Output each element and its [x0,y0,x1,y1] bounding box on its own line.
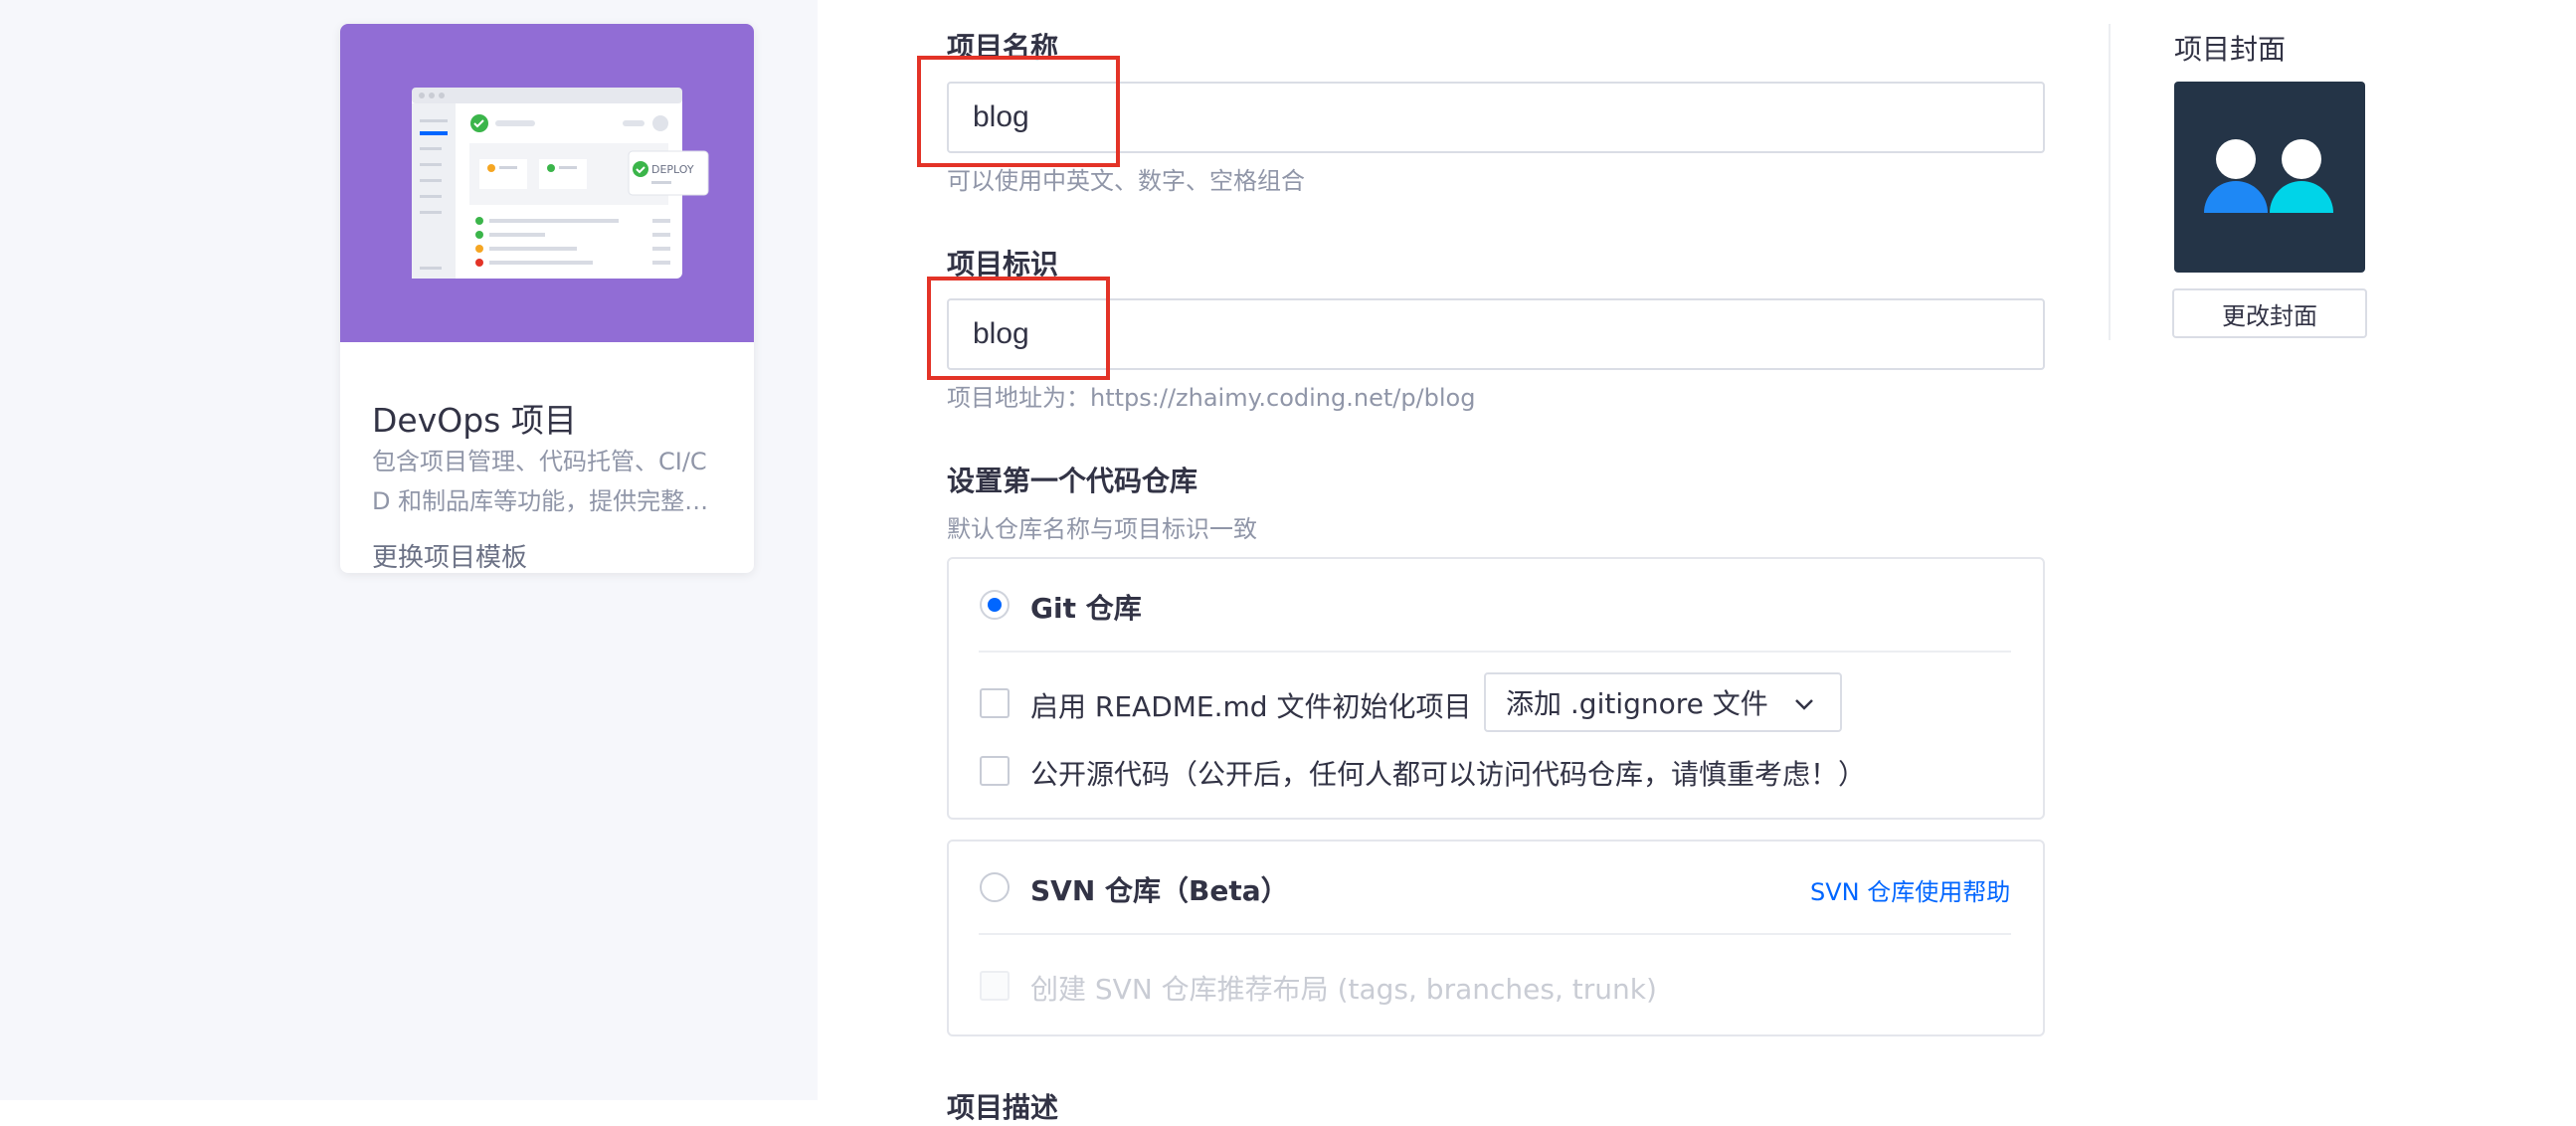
project-template-card: DEPLOY DevOps 项目 包含项目管理、代码托管、CI/C D 和制品库… [340,24,754,573]
template-title: DevOps 项目 [372,401,577,440]
readme-checkbox[interactable] [980,688,1010,718]
cover-title: 项目封面 [2174,33,2287,66]
template-description: 包含项目管理、代码托管、CI/C D 和制品库等功能，提供完整… [372,442,722,521]
devops-illustration-icon: DEPLOY [412,88,709,279]
project-name-hint: 可以使用中英文、数字、空格组合 [947,167,1305,195]
git-repo-label[interactable]: Git 仓库 [1030,587,1142,627]
divider [979,651,2011,653]
project-description-label: 项目描述 [947,1091,1059,1124]
project-cover-image [2174,82,2365,273]
divider [979,933,2011,935]
repo-section-subtitle: 默认仓库名称与项目标识一致 [947,515,1257,543]
deploy-badge-text: DEPLOY [651,163,694,176]
gitignore-select[interactable]: 添加 .gitignore 文件 [1484,672,1842,732]
change-template-link[interactable]: 更换项目模板 [372,537,527,573]
divider [2109,24,2111,340]
git-repo-radio[interactable] [980,590,1010,620]
public-source-checkbox[interactable] [980,756,1010,786]
readme-checkbox-label[interactable]: 启用 README.md 文件初始化项目 [1030,685,1471,725]
template-description-line: D 和制品库等功能，提供完整… [372,487,709,515]
team-icon [2204,139,2333,213]
svn-help-link[interactable]: SVN 仓库使用帮助 [1810,872,2010,907]
change-cover-button[interactable]: 更改封面 [2172,288,2367,338]
svn-layout-checkbox[interactable] [980,971,1010,1001]
highlight-box [917,56,1120,167]
project-url-hint: 项目地址为：https://zhaimy.coding.net/p/blog [947,384,1476,412]
repo-section-title: 设置第一个代码仓库 [947,465,1198,497]
svn-repo-radio[interactable] [980,872,1010,902]
highlight-box [927,277,1110,380]
public-source-label[interactable]: 公开源代码（公开后，任何人都可以访问代码仓库，请慎重考虑！） [1030,753,1866,793]
svn-repo-label[interactable]: SVN 仓库（Beta） [1030,869,1289,909]
chevron-down-icon [1795,699,1813,710]
template-cover-image: DEPLOY [340,24,754,342]
project-id-input[interactable]: blog [947,298,2045,370]
gitignore-select-value: 添加 .gitignore 文件 [1506,687,1768,720]
template-description-line: 包含项目管理、代码托管、CI/C [372,448,707,475]
svn-layout-label: 创建 SVN 仓库推荐布局 (tags, branches, trunk) [1030,973,1657,1006]
